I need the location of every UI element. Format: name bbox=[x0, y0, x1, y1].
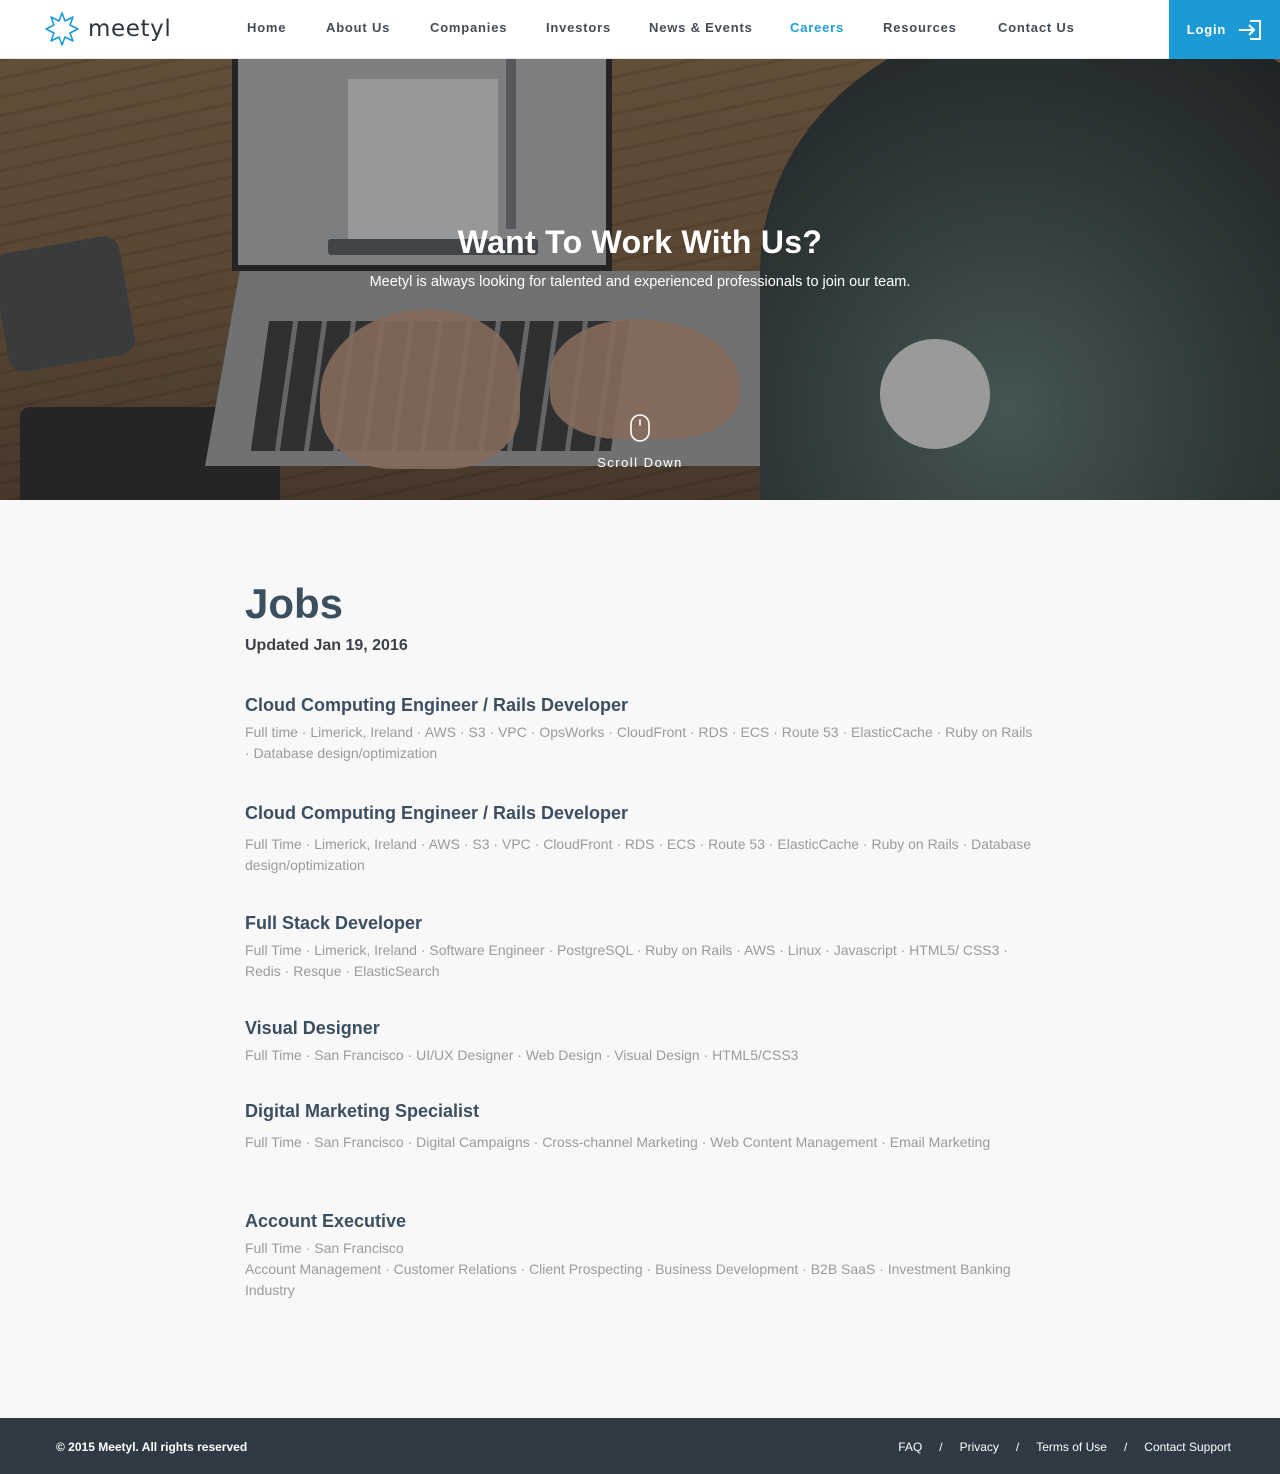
job-tags-line: Account Management · Customer Relations … bbox=[245, 1261, 1011, 1298]
footer-link-privacy[interactable]: Privacy bbox=[960, 1440, 999, 1454]
job-tags: Full Time · San Francisco · Digital Camp… bbox=[245, 1134, 991, 1150]
jobs-updated-date: Updated Jan 19, 2016 bbox=[245, 637, 408, 654]
footer-link-faq[interactable]: FAQ bbox=[898, 1440, 922, 1454]
login-button[interactable]: Login bbox=[1169, 0, 1280, 59]
job-title-link[interactable]: Cloud Computing Engineer / Rails Develop… bbox=[245, 694, 1035, 716]
job-listing: Cloud Computing Engineer / Rails Develop… bbox=[245, 694, 1035, 764]
meetyl-logo-icon bbox=[44, 11, 80, 47]
logo-wordmark: meetyl bbox=[88, 16, 172, 42]
nav-about-us[interactable]: About Us bbox=[326, 20, 390, 35]
job-tags: Full time · Limerick, Ireland · AWS · S3… bbox=[245, 724, 1033, 761]
footer-links: FAQ / Privacy / Terms of Use / Contact S… bbox=[898, 1440, 1231, 1454]
job-title-link[interactable]: Account Executive bbox=[245, 1210, 1035, 1232]
site-footer: © 2015 Meetyl. All rights reserved FAQ /… bbox=[0, 1418, 1280, 1474]
footer-link-contact-support[interactable]: Contact Support bbox=[1144, 1440, 1231, 1454]
nav-companies[interactable]: Companies bbox=[430, 20, 507, 35]
hero-title: Want To Work With Us? bbox=[457, 224, 823, 260]
job-tags: Full Time · San Francisco · UI/UX Design… bbox=[245, 1047, 799, 1063]
login-label: Login bbox=[1186, 22, 1227, 37]
nav-careers[interactable]: Careers bbox=[790, 20, 844, 35]
job-title-link[interactable]: Visual Designer bbox=[245, 1017, 1035, 1039]
footer-separator: / bbox=[1123, 1440, 1128, 1454]
nav-home[interactable]: Home bbox=[247, 20, 286, 35]
footer-link-terms[interactable]: Terms of Use bbox=[1036, 1440, 1107, 1454]
hero-subtitle: Meetyl is always looking for talented an… bbox=[369, 274, 911, 290]
job-listing: Cloud Computing Engineer / Rails Develop… bbox=[245, 802, 1035, 876]
logo[interactable]: meetyl bbox=[44, 11, 171, 47]
job-tags-line: Full Time · San Francisco bbox=[245, 1240, 404, 1256]
mouse-icon[interactable] bbox=[630, 414, 650, 442]
job-title-link[interactable]: Digital Marketing Specialist bbox=[245, 1100, 1035, 1122]
footer-separator: / bbox=[1015, 1440, 1020, 1454]
nav-resources[interactable]: Resources bbox=[883, 20, 957, 35]
job-tags: Full Time · San Francisco Account Manage… bbox=[245, 1238, 1035, 1301]
job-listing: Digital Marketing Specialist Full Time ·… bbox=[245, 1100, 1035, 1153]
job-tags: Full Time · Limerick, Ireland · AWS · S3… bbox=[245, 836, 1032, 873]
copyright-text: © 2015 Meetyl. All rights reserved bbox=[56, 1440, 248, 1454]
job-title-link[interactable]: Full Stack Developer bbox=[245, 912, 1035, 934]
job-listing: Account Executive Full Time · San Franci… bbox=[245, 1210, 1035, 1301]
scroll-down-link[interactable]: Scroll Down bbox=[0, 455, 1280, 470]
nav-investors[interactable]: Investors bbox=[546, 20, 611, 35]
nav-contact-us[interactable]: Contact Us bbox=[998, 20, 1075, 35]
jobs-title: Jobs bbox=[245, 580, 344, 627]
site-header: meetyl Home About Us Companies Investors… bbox=[0, 0, 1280, 59]
footer-separator: / bbox=[939, 1440, 943, 1454]
job-listing: Visual Designer Full Time · San Francisc… bbox=[245, 1017, 1035, 1066]
login-arrow-icon bbox=[1238, 19, 1262, 40]
hero-banner: Want To Work With Us? Meetyl is always l… bbox=[0, 59, 1280, 500]
job-listing: Full Stack Developer Full Time · Limeric… bbox=[245, 912, 1035, 982]
job-tags: Full Time · Limerick, Ireland · Software… bbox=[245, 942, 1008, 979]
job-title-link[interactable]: Cloud Computing Engineer / Rails Develop… bbox=[245, 802, 1035, 824]
nav-news-events[interactable]: News & Events bbox=[649, 20, 753, 35]
